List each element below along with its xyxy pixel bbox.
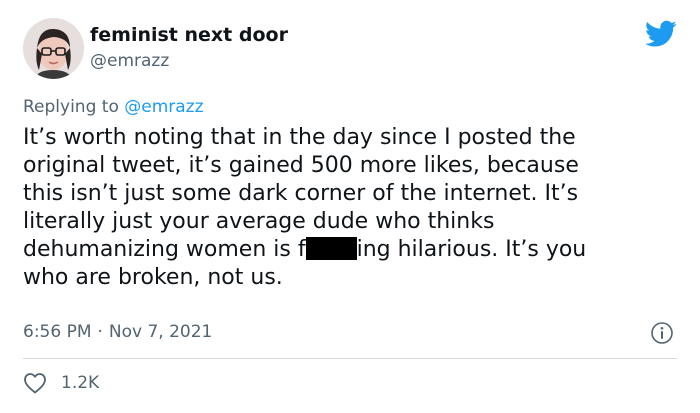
tweet-line: It’s worth noting that in the day since … — [23, 125, 576, 150]
tweet-date: Nov 7, 2021 — [108, 322, 213, 342]
redaction-bar — [305, 237, 357, 260]
replying-handle-link[interactable]: @emrazz — [124, 97, 203, 117]
replying-to: Replying to @emrazz — [23, 96, 204, 118]
like-button[interactable]: 1.2K — [23, 372, 99, 394]
divider — [23, 358, 677, 359]
tweet-line: dehumanizing women is f ing hilarious. It… — [23, 236, 688, 264]
like-count: 1.2K — [61, 373, 100, 393]
tweet-line: literally just your average dude who thi… — [23, 209, 495, 234]
meta-separator: · — [97, 322, 103, 342]
tweet-time: 6:56 PM — [23, 322, 92, 342]
tweet-line-part: dehumanizing women is f — [23, 237, 306, 262]
tweet-line-part: ing hilarious. It’s you — [356, 237, 587, 262]
info-icon[interactable] — [650, 321, 674, 345]
tweet-line: this isn’t just some dark corner of the … — [23, 181, 579, 206]
replying-prefix: Replying to — [23, 97, 125, 117]
tweet-line: original tweet, it’s gained 500 more lik… — [23, 153, 579, 178]
twitter-bird-icon[interactable] — [645, 20, 677, 48]
tweet-card: feminist next door @emrazz Replying to @… — [0, 0, 700, 413]
timestamp[interactable]: 6:56 PM · Nov 7, 2021 — [23, 322, 212, 342]
avatar[interactable] — [23, 18, 84, 79]
tweet-text: It’s worth noting that in the day since … — [23, 124, 688, 292]
tweet-line: who are broken, not us. — [23, 265, 283, 290]
avatar-image — [23, 18, 84, 79]
author-handle[interactable]: @emrazz — [90, 51, 169, 71]
author-name[interactable]: feminist next door — [90, 24, 288, 46]
heart-icon — [24, 373, 46, 394]
